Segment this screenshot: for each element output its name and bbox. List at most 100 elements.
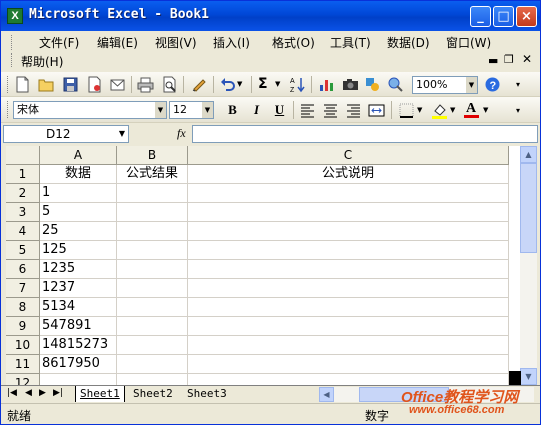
document-restore-icon[interactable]: ❐ <box>504 53 514 66</box>
cell[interactable] <box>188 184 509 203</box>
document-minimize-icon[interactable]: ▬ <box>488 54 498 67</box>
print-icon[interactable] <box>137 76 154 93</box>
save-icon[interactable] <box>62 76 79 93</box>
last-sheet-icon[interactable]: ▶| <box>53 388 63 398</box>
row-header[interactable]: 11 <box>6 355 40 374</box>
drawing-icon[interactable] <box>364 76 381 93</box>
document-close-icon[interactable]: ✕ <box>522 52 532 66</box>
maximize-button[interactable]: □ <box>493 6 514 27</box>
row-header[interactable]: 5 <box>6 241 40 260</box>
cell[interactable] <box>117 298 188 317</box>
split-box[interactable] <box>509 371 521 385</box>
toolbar-options-icon[interactable]: ▾ <box>516 102 526 119</box>
font-size-select[interactable]: 12 ▼ <box>169 101 214 119</box>
align-right-icon[interactable] <box>345 102 362 119</box>
menu-grip[interactable] <box>11 35 14 50</box>
sheet-tab-sheet1[interactable]: Sheet1 <box>75 386 125 402</box>
name-box[interactable]: D12 <box>3 125 129 143</box>
cell[interactable] <box>117 203 188 222</box>
row-header[interactable]: 2 <box>6 184 40 203</box>
vertical-scroll-thumb[interactable] <box>520 163 537 253</box>
merge-center-icon[interactable] <box>368 102 385 119</box>
cell[interactable] <box>188 260 509 279</box>
research-icon[interactable] <box>387 76 404 93</box>
cell[interactable]: 14815273 <box>40 336 117 355</box>
scroll-left-icon[interactable]: ◀ <box>319 387 334 402</box>
row-header[interactable]: 8 <box>6 298 40 317</box>
spelling-check-icon[interactable] <box>191 76 208 93</box>
row-header[interactable]: 10 <box>6 336 40 355</box>
cell[interactable] <box>188 279 509 298</box>
font-color-icon[interactable]: A <box>463 101 480 119</box>
underline-button[interactable]: U <box>271 102 288 119</box>
excel-app-icon[interactable]: X <box>7 8 23 24</box>
email-icon[interactable] <box>109 76 126 93</box>
menu-view[interactable]: 视图(V) <box>155 34 197 51</box>
bold-button[interactable]: B <box>224 102 241 119</box>
sheet-tab-sheet2[interactable]: Sheet2 <box>129 386 177 402</box>
cell[interactable] <box>188 241 509 260</box>
font-name-select[interactable]: 宋体 ▼ <box>13 101 167 119</box>
toolbar-grip[interactable] <box>7 101 10 118</box>
cell[interactable] <box>117 374 188 385</box>
menu-format[interactable]: 格式(O) <box>272 34 315 51</box>
cell[interactable] <box>188 336 509 355</box>
cell[interactable] <box>188 317 509 336</box>
row-header[interactable]: 9 <box>6 317 40 336</box>
cell[interactable] <box>117 241 188 260</box>
sort-ascending-icon[interactable]: AZ <box>289 76 306 93</box>
undo-dropdown-icon[interactable]: ▼ <box>237 76 245 93</box>
cell[interactable]: 1 <box>40 184 117 203</box>
cell[interactable]: 1237 <box>40 279 117 298</box>
align-center-icon[interactable] <box>322 102 339 119</box>
italic-button[interactable]: I <box>248 102 265 119</box>
select-all-corner[interactable] <box>6 146 40 165</box>
prev-sheet-icon[interactable]: ◀ <box>25 388 32 398</box>
cell[interactable] <box>40 374 117 385</box>
autosum-icon[interactable]: Σ <box>258 76 275 93</box>
row-header[interactable]: 3 <box>6 203 40 222</box>
borders-icon[interactable] <box>398 102 415 119</box>
fill-color-icon[interactable] <box>431 102 448 119</box>
cell[interactable]: 公式结果 <box>117 165 188 184</box>
formula-input[interactable] <box>192 125 538 143</box>
column-header-b[interactable]: B <box>117 146 188 165</box>
autosum-dropdown-icon[interactable]: ▼ <box>275 76 283 93</box>
borders-dropdown-icon[interactable]: ▼ <box>417 102 425 119</box>
cell[interactable]: 公式说明 <box>188 165 509 184</box>
scroll-up-icon[interactable]: ▲ <box>520 146 537 163</box>
insert-function-icon[interactable]: fx <box>177 126 186 141</box>
help-icon[interactable]: ? <box>484 76 501 93</box>
cell[interactable] <box>117 336 188 355</box>
permission-icon[interactable] <box>86 76 103 93</box>
vertical-scrollbar[interactable]: ▲ ▼ <box>520 146 537 385</box>
cell[interactable] <box>188 222 509 241</box>
cell[interactable]: 1235 <box>40 260 117 279</box>
row-header[interactable]: 1 <box>6 165 40 184</box>
cell[interactable] <box>188 374 509 385</box>
menu-file[interactable]: 文件(F) <box>39 34 79 51</box>
cell[interactable] <box>117 279 188 298</box>
menu-window[interactable]: 窗口(W) <box>446 34 491 51</box>
name-box-dropdown-icon[interactable]: ▼ <box>115 125 129 143</box>
column-header-a[interactable]: A <box>40 146 117 165</box>
menu-grip-2[interactable] <box>11 53 14 67</box>
cell[interactable]: 5134 <box>40 298 117 317</box>
column-header-c[interactable]: C <box>188 146 509 165</box>
next-sheet-icon[interactable]: ▶ <box>39 388 46 398</box>
cell[interactable] <box>117 317 188 336</box>
row-header[interactable]: 4 <box>6 222 40 241</box>
menu-edit[interactable]: 编辑(E) <box>97 34 138 51</box>
new-file-icon[interactable] <box>14 76 31 93</box>
print-preview-icon[interactable] <box>161 76 178 93</box>
open-folder-icon[interactable] <box>38 76 55 93</box>
cell[interactable] <box>117 184 188 203</box>
menu-data[interactable]: 数据(D) <box>387 34 430 51</box>
zoom-dropdown-icon[interactable]: ▼ <box>466 77 477 93</box>
sheet-tab-sheet3[interactable]: Sheet3 <box>183 386 231 402</box>
first-sheet-icon[interactable]: |◀ <box>7 388 17 398</box>
font-size-dropdown-icon[interactable]: ▼ <box>202 102 213 118</box>
camera-icon[interactable] <box>342 76 359 93</box>
cell[interactable]: 25 <box>40 222 117 241</box>
cell[interactable] <box>188 203 509 222</box>
